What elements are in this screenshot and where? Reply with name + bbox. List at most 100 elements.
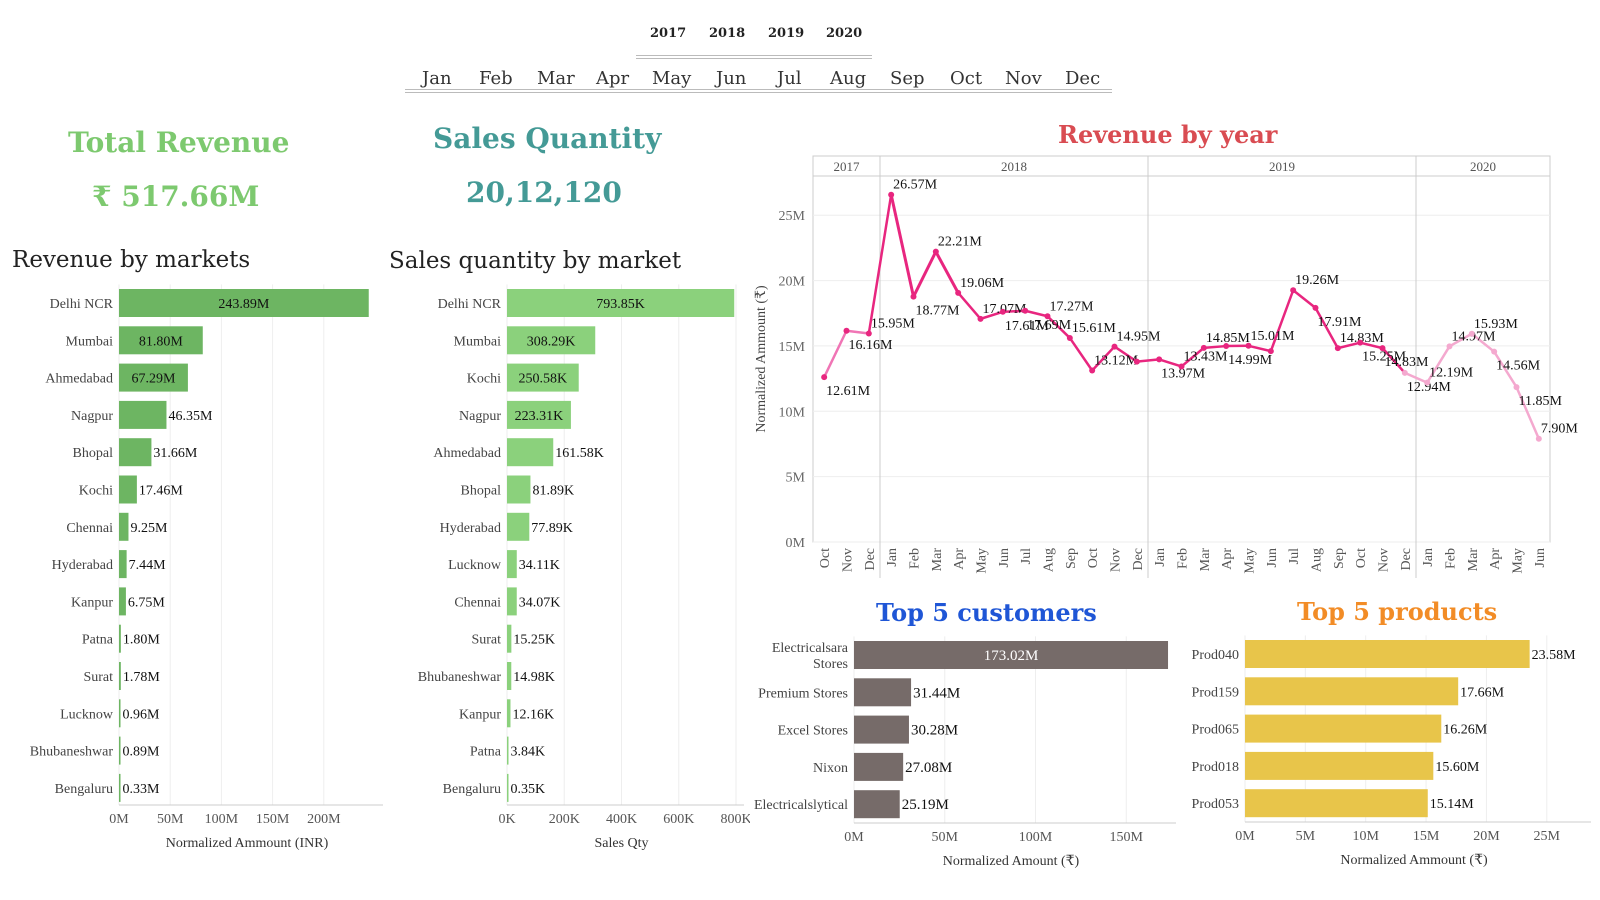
year-filter-2017[interactable]: 2017 [650, 26, 686, 41]
bar [119, 550, 127, 579]
month-filter-oct[interactable]: Oct [950, 68, 982, 89]
data-label: 23.58M [1532, 648, 1577, 663]
month-filter-jul[interactable]: Jul [777, 68, 802, 89]
month-filter-dec[interactable]: Dec [1065, 68, 1100, 89]
category-label: Nagpur [71, 409, 113, 424]
data-label: 7.44M [129, 558, 167, 573]
data-label: 9.25M [130, 521, 168, 536]
month-filter-jun[interactable]: Jun [716, 68, 746, 89]
data-label: 14.85M [1206, 331, 1251, 346]
x-axis-label: Normalized Amount (₹) [943, 854, 1080, 869]
data-label: 26.57M [893, 178, 938, 193]
category-label: Bhubaneshwar [418, 670, 502, 685]
category-label: Nixon [813, 761, 848, 776]
series-line [822, 329, 848, 379]
bar [1245, 677, 1459, 706]
data-label: 13.12M [1094, 354, 1139, 369]
month-filter-divider [405, 92, 1112, 93]
data-label: 34.11K [519, 558, 560, 573]
data-label: 3.84K [511, 745, 546, 760]
x-axis-label: Normalized Ammount (INR) [166, 836, 329, 851]
data-label: 12.61M [826, 384, 871, 399]
data-label: 0.33M [123, 782, 161, 797]
bar [507, 512, 530, 541]
data-label: 11.85M [1519, 394, 1563, 409]
series-line [1023, 309, 1049, 318]
category-label: Prod159 [1192, 685, 1239, 700]
x-tick-label: Aug [1310, 548, 1325, 572]
category-label: Ahmedabad [45, 372, 113, 387]
x-tick-label: Dec [863, 548, 878, 571]
data-label: 15.60M [1435, 760, 1479, 775]
data-label: 14.95M [1117, 330, 1162, 345]
x-tick-label: 100M [205, 812, 239, 827]
data-point [1357, 339, 1364, 346]
data-point [1156, 356, 1163, 363]
bar [507, 773, 509, 802]
plot-frame [812, 155, 1551, 543]
x-tick-label: 50M [932, 830, 959, 845]
revenue-by-markets-title: Revenue by markets [12, 247, 251, 273]
month-filter-feb[interactable]: Feb [479, 68, 513, 89]
data-label: 223.31K [515, 409, 564, 424]
x-tick-label: Nov [1109, 548, 1124, 572]
data-label: 173.02M [984, 648, 1039, 664]
category-label: Hyderabad [440, 521, 501, 536]
x-axis-label: Sales Qty [594, 836, 648, 851]
x-tick-label: 0K [498, 812, 515, 827]
x-tick-label: Jan [1421, 548, 1436, 567]
x-tick-label: Apr [1488, 548, 1503, 570]
category-label: Chennai [66, 521, 113, 536]
month-filter-aug[interactable]: Aug [830, 68, 866, 89]
x-tick-label: 0M [844, 830, 864, 845]
x-tick-label: 50M [157, 812, 184, 827]
x-tick-label: Jan [1153, 548, 1168, 567]
top5-customers-chart: 0M 50M 100M 150M Normalized Amount (₹) Electr… [754, 636, 1176, 869]
month-filter-nov[interactable]: Nov [1005, 68, 1042, 89]
x-tick-label: Feb [908, 548, 923, 569]
series-line [845, 329, 871, 335]
y-tick-label: 20M [779, 275, 806, 290]
year-filter-2020[interactable]: 2020 [826, 26, 862, 41]
x-tick-label: 600K [663, 812, 694, 827]
category-label: Lucknow [60, 707, 114, 722]
x-tick-label: Sep [1332, 548, 1347, 569]
data-label: 81.89K [532, 484, 574, 499]
x-tick-label: Oct [1354, 548, 1369, 568]
series-line [1247, 344, 1273, 353]
revenue-by-year-chart: 0M 5M 10M 15M 20M 25M Normalized Ammount (₹) 20… [754, 155, 1578, 578]
category-label: Delhi NCR [50, 297, 114, 312]
year-filter-2019[interactable]: 2019 [768, 26, 804, 41]
data-label: 15.93M [1474, 317, 1519, 332]
bar [119, 475, 137, 504]
x-tick-label: May [1511, 548, 1526, 574]
x-tick-label: Dec [1131, 548, 1146, 571]
month-filter-divider [405, 89, 1112, 90]
bar [119, 512, 129, 541]
data-label: 17.27M [1050, 299, 1095, 314]
category-label: Chennai [454, 595, 501, 610]
sales-qty-by-market-chart: 0K 200K 400K 600K 800KSales QtyDelhi NCR 793.… [418, 284, 750, 851]
month-filter-may[interactable]: May [652, 68, 691, 89]
year-filter-2018[interactable]: 2018 [709, 26, 745, 41]
x-tick-label: 25M [1534, 829, 1561, 844]
x-tick-label: 5M [1296, 829, 1316, 844]
data-point [1401, 369, 1408, 376]
x-tick-label: Apr [952, 548, 967, 570]
month-filter-jan[interactable]: Jan [422, 68, 452, 89]
y-tick-label: 0M [786, 536, 806, 551]
month-filter-mar[interactable]: Mar [537, 68, 575, 89]
x-tick-label: Nov [1377, 548, 1392, 572]
data-point [1312, 304, 1319, 311]
data-label: 31.66M [153, 446, 198, 461]
bar [507, 475, 531, 504]
category-label: Electricalsara [772, 641, 849, 656]
bar [507, 587, 517, 616]
data-label: 12.16K [512, 707, 554, 722]
bar [119, 438, 152, 467]
category-label: Premium Stores [758, 686, 848, 701]
month-filter-sep[interactable]: Sep [890, 68, 925, 89]
bar [1245, 751, 1434, 780]
month-filter-apr[interactable]: Apr [596, 68, 629, 89]
data-label: 1.78M [123, 670, 161, 685]
